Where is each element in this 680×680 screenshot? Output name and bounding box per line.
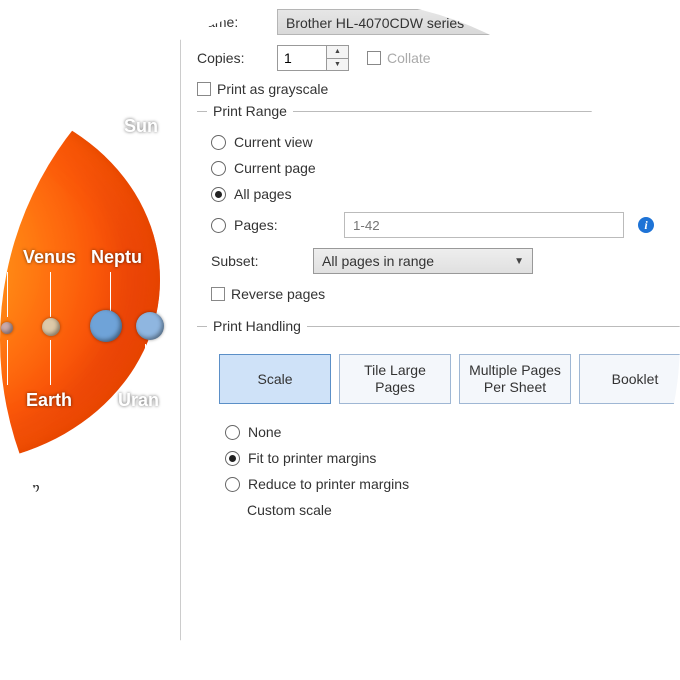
figure-caption: he eight major p ts are listed i SA/JPL;… bbox=[0, 478, 70, 539]
copies-input[interactable] bbox=[278, 46, 326, 70]
subset-label: Subset: bbox=[211, 253, 289, 269]
planet-dot bbox=[90, 310, 122, 342]
name-label: Name: bbox=[197, 14, 277, 30]
print-handling-group: Print Handling Scale Tile Large Pages Mu… bbox=[197, 318, 680, 532]
radio-all-pages[interactable] bbox=[211, 187, 226, 202]
reverse-label: Reverse pages bbox=[231, 286, 325, 302]
divider bbox=[0, 40, 60, 42]
label-scale-reduce: Reduce to printer margins bbox=[248, 476, 409, 492]
label-sun: Sun bbox=[124, 116, 158, 137]
subset-select[interactable]: All pages in range ▼ bbox=[313, 248, 533, 274]
print-range-group: Print Range Current view Current page Al… bbox=[197, 103, 680, 312]
radio-scale-none[interactable] bbox=[225, 425, 240, 440]
label-mercury-cut: y bbox=[0, 247, 8, 268]
label-scale-custom: Custom scale bbox=[247, 502, 332, 518]
tab-scale[interactable]: Scale bbox=[219, 354, 331, 404]
collate-label: Collate bbox=[387, 50, 431, 66]
print-range-legend: Print Range bbox=[207, 103, 293, 119]
page-code: TS bbox=[45, 570, 61, 585]
radio-scale-reduce[interactable] bbox=[225, 477, 240, 492]
label-current-page: Current page bbox=[234, 160, 316, 176]
pages-input[interactable] bbox=[344, 212, 624, 238]
radio-current-page[interactable] bbox=[211, 161, 226, 176]
label-neptune-cut: Neptu bbox=[91, 247, 142, 268]
grayscale-label: Print as grayscale bbox=[217, 81, 328, 97]
copies-label: Copies: bbox=[197, 50, 277, 66]
info-icon[interactable]: i bbox=[638, 217, 654, 233]
tab-multi[interactable]: Multiple Pages Per Sheet bbox=[459, 354, 571, 404]
tab-tile[interactable]: Tile Large Pages bbox=[339, 354, 451, 404]
stem bbox=[50, 272, 51, 317]
label-mars-cut: s bbox=[0, 390, 5, 411]
planet-dot bbox=[136, 312, 164, 340]
planet-dot bbox=[42, 318, 60, 336]
label-venus: Venus bbox=[23, 247, 76, 268]
label-pages: Pages: bbox=[234, 217, 294, 233]
radio-current-view[interactable] bbox=[211, 135, 226, 150]
radio-scale-fit[interactable] bbox=[225, 451, 240, 466]
label-scale-none: None bbox=[248, 424, 281, 440]
label-all-pages: All pages bbox=[234, 186, 292, 202]
label-scale-fit: Fit to printer margins bbox=[248, 450, 376, 466]
planet-dot bbox=[1, 322, 13, 334]
copies-stepper[interactable]: ▲ ▼ bbox=[277, 45, 349, 71]
subset-value: All pages in range bbox=[322, 253, 434, 269]
tab-booklet[interactable]: Booklet bbox=[579, 354, 680, 404]
reverse-checkbox[interactable] bbox=[211, 287, 225, 301]
stem bbox=[145, 344, 146, 389]
label-earth: Earth bbox=[26, 390, 72, 411]
label-current-view: Current view bbox=[234, 134, 313, 150]
stem bbox=[7, 272, 8, 317]
document-background: Sun y Venus Neptu s Earth Uran he eight … bbox=[0, 0, 180, 680]
print-handling-legend: Print Handling bbox=[207, 318, 307, 334]
label-uranus-cut: Uran bbox=[118, 390, 159, 411]
print-dialog: Name: Brother HL-4070CDW series Copies: … bbox=[180, 0, 680, 680]
radio-pages[interactable] bbox=[211, 218, 226, 233]
printer-select[interactable]: Brother HL-4070CDW series bbox=[277, 9, 680, 35]
stem bbox=[50, 340, 51, 385]
stem bbox=[7, 340, 8, 385]
collate-checkbox[interactable] bbox=[367, 51, 381, 65]
spin-up-icon[interactable]: ▲ bbox=[327, 46, 348, 59]
spin-down-icon[interactable]: ▼ bbox=[327, 59, 348, 71]
grayscale-checkbox[interactable] bbox=[197, 82, 211, 96]
chevron-down-icon: ▼ bbox=[514, 256, 524, 267]
